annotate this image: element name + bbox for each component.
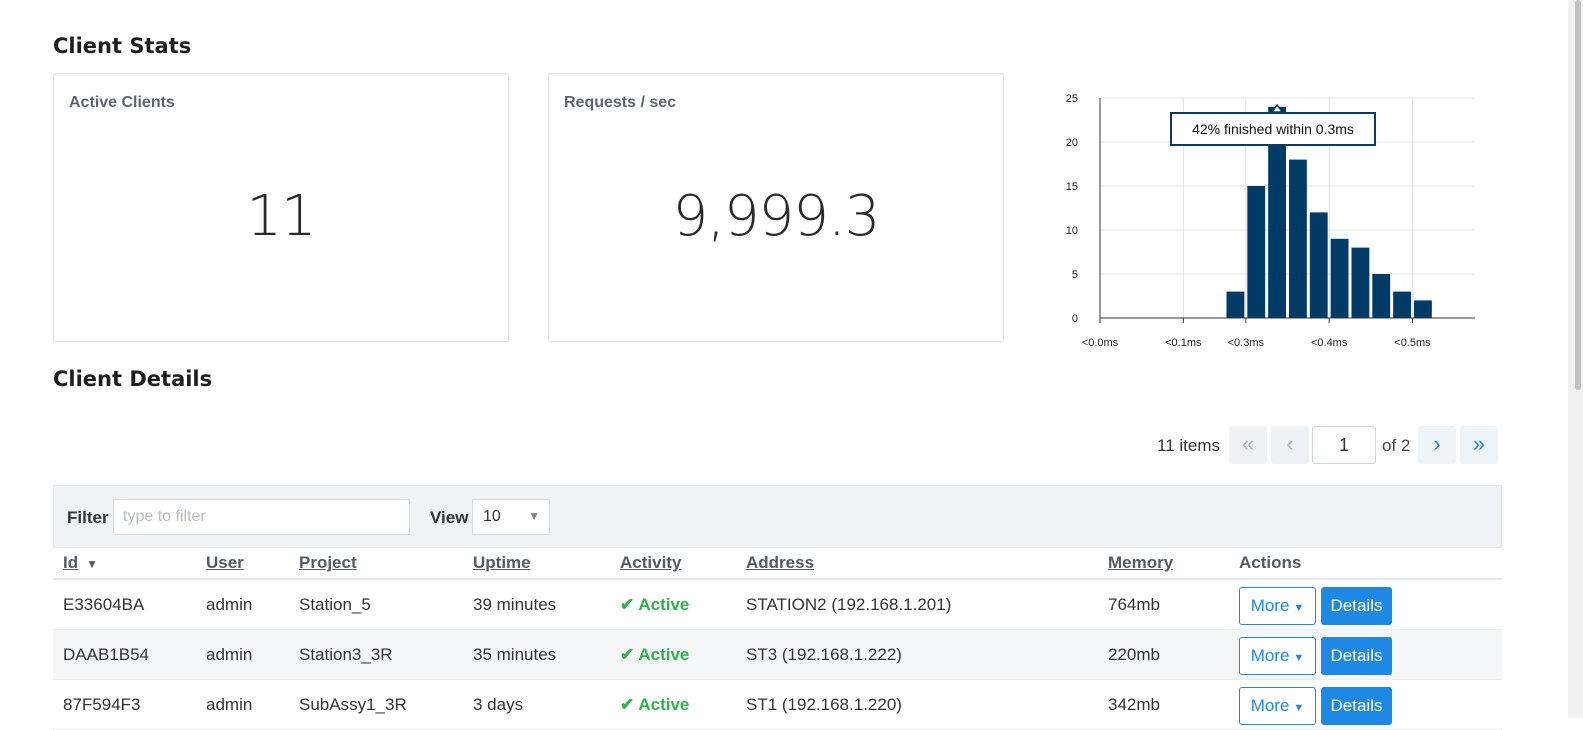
requests-per-sec-card: Requests / sec 9,999.3 (548, 73, 1004, 342)
cell-memory: 764mb (1108, 595, 1160, 614)
active-clients-label: Active Clients (69, 94, 175, 111)
y-tick-label: 15 (1066, 181, 1078, 193)
cell-activity: ✔ Active (620, 645, 690, 664)
requests-per-sec-label: Requests / sec (564, 94, 677, 111)
x-tick-label: <0.1ms (1165, 337, 1202, 349)
cell-user: admin (206, 695, 253, 714)
cell-uptime: 39 minutes (473, 595, 557, 614)
cell-memory: 220mb (1108, 645, 1160, 664)
cell-id: DAAB1B54 (63, 645, 149, 664)
x-tick-label: <0.3ms (1228, 337, 1265, 349)
check-icon: ✔ (620, 645, 635, 664)
column-header-activity[interactable]: Activity (620, 553, 681, 573)
cell-user: admin (206, 595, 253, 614)
page-scrollbar[interactable] (1568, 0, 1583, 718)
view-page-size-select[interactable]: 10 ▼ (472, 499, 550, 535)
client-table: Id ▼ User Project Uptime Activity Address… (53, 548, 1502, 730)
histogram-bar (1309, 212, 1328, 318)
active-clients-card: Active Clients 11 (53, 73, 509, 342)
scrollbar-thumb[interactable] (1575, 0, 1581, 390)
active-clients-value: 11 (246, 184, 316, 249)
table-row: DAAB1B54 admin Station3_3R 35 minutes ✔ … (53, 630, 1502, 680)
y-tick-label: 10 (1066, 225, 1078, 237)
caret-down-icon: ▼ (1293, 652, 1305, 664)
more-button[interactable]: More ▼ (1239, 587, 1316, 625)
column-header-memory[interactable]: Memory (1108, 553, 1173, 573)
histogram-bar (1226, 291, 1245, 318)
table-row: 87F594F3 admin SubAssy1_3R 3 days ✔ Acti… (53, 680, 1502, 730)
details-button[interactable]: Details (1321, 637, 1392, 675)
cell-address: ST1 (192.168.1.220) (746, 695, 902, 714)
cell-project: Station_5 (299, 595, 371, 614)
histogram-bar (1372, 274, 1391, 318)
column-header-uptime[interactable]: Uptime (473, 553, 531, 573)
chevron-down-icon: ▼ (528, 509, 540, 523)
histogram-bar (1289, 159, 1307, 318)
y-tick-label: 0 (1072, 313, 1078, 325)
x-tick-label: <0.5ms (1394, 337, 1431, 349)
page-total: of 2 (1382, 436, 1411, 455)
cell-activity: ✔ Active (620, 595, 690, 614)
column-header-project[interactable]: Project (299, 553, 357, 573)
previous-page-button[interactable]: ‹ (1271, 426, 1309, 464)
y-tick-label: 20 (1066, 137, 1078, 149)
details-button[interactable]: Details (1321, 687, 1392, 725)
page-number-input[interactable] (1312, 426, 1376, 464)
first-page-button[interactable]: « (1229, 426, 1267, 464)
histogram-bar (1414, 300, 1432, 318)
last-page-button[interactable]: » (1460, 426, 1498, 464)
x-tick-label: <0.0ms (1082, 337, 1119, 349)
cell-memory: 342mb (1108, 695, 1160, 714)
caret-down-icon: ▼ (1293, 602, 1305, 614)
items-count: 11 items (1157, 436, 1220, 455)
cell-project: Station3_3R (299, 645, 393, 664)
check-icon: ✔ (620, 695, 635, 714)
next-page-button[interactable]: › (1418, 426, 1456, 464)
table-row: E33604BA admin Station_5 39 minutes ✔ Ac… (53, 580, 1502, 630)
view-label: View (430, 508, 469, 527)
check-icon: ✔ (620, 595, 635, 614)
y-tick-label: 5 (1072, 269, 1078, 281)
cell-user: admin (206, 645, 253, 664)
histogram-bar (1351, 247, 1370, 318)
histogram-bar (1393, 291, 1411, 318)
client-stats-title: Client Stats (53, 34, 192, 58)
column-header-actions: Actions (1239, 553, 1302, 572)
more-button[interactable]: More ▼ (1239, 637, 1316, 675)
column-header-user[interactable]: User (206, 553, 244, 573)
filter-label: Filter (67, 508, 109, 527)
column-header-address[interactable]: Address (746, 553, 814, 573)
sort-desc-icon: ▼ (86, 557, 98, 571)
cell-uptime: 3 days (473, 695, 524, 714)
cell-project: SubAssy1_3R (299, 695, 407, 714)
y-tick-label: 25 (1066, 93, 1078, 105)
histogram-bar (1247, 186, 1266, 318)
x-tick-label: <0.4ms (1311, 337, 1348, 349)
tooltip-text: 42% finished within 0.3ms (1192, 121, 1354, 137)
requests-per-sec-value: 9,999.3 (672, 184, 881, 249)
view-select-value: 10 (483, 508, 501, 525)
cell-id: E33604BA (63, 595, 145, 614)
cell-id: 87F594F3 (63, 695, 141, 714)
cell-address: STATION2 (192.168.1.201) (746, 595, 952, 614)
latency-histogram-chart: 0 5 10 15 20 25 <0.0ms <0.1ms <0.3ms <0.4ms <0.5ms… (1066, 93, 1475, 349)
filter-input[interactable] (113, 499, 410, 535)
filter-bar: Filter View 10 ▼ (53, 485, 1502, 548)
client-details-title: Client Details (53, 367, 213, 391)
details-button[interactable]: Details (1321, 587, 1392, 625)
column-header-id[interactable]: Id ▼ (63, 553, 98, 573)
more-button[interactable]: More ▼ (1239, 687, 1316, 725)
table-header: Id ▼ User Project Uptime Activity Address… (53, 548, 1502, 580)
cell-activity: ✔ Active (620, 695, 690, 714)
cell-uptime: 35 minutes (473, 645, 557, 664)
caret-down-icon: ▼ (1293, 702, 1305, 714)
cell-address: ST3 (192.168.1.222) (746, 645, 902, 664)
histogram-bar (1330, 238, 1349, 318)
